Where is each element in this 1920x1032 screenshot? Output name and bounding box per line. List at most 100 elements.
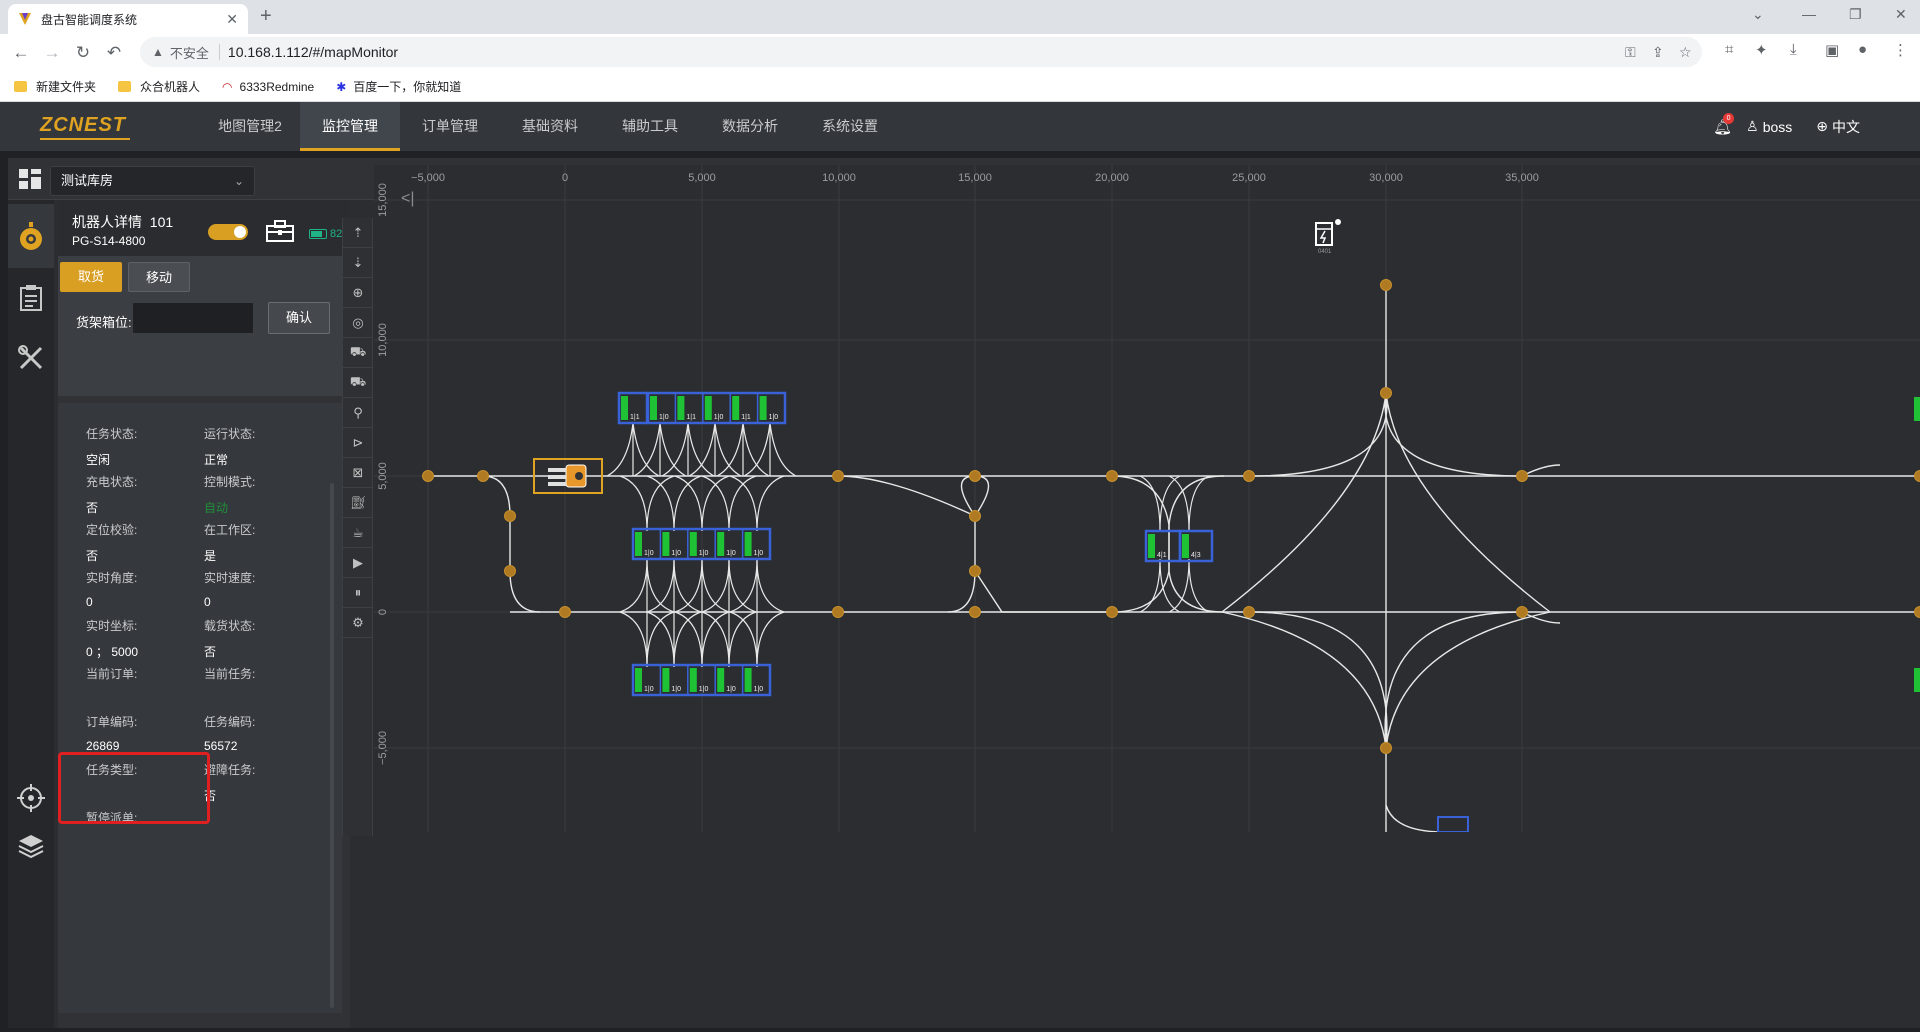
language-switch[interactable]: 中文 xyxy=(1832,117,1860,137)
menu-order-management[interactable]: 订单管理 xyxy=(400,102,500,151)
route-node[interactable] xyxy=(1243,470,1255,482)
shelf-slot[interactable] xyxy=(650,396,657,420)
route-node[interactable] xyxy=(477,470,489,482)
minimize-icon[interactable]: — xyxy=(1802,6,1816,22)
shelf-slot[interactable] xyxy=(1148,534,1155,558)
rail-task-list-icon[interactable] xyxy=(8,268,54,328)
tab-search-icon[interactable]: ⌄ xyxy=(1752,6,1764,23)
route-node[interactable] xyxy=(1106,470,1118,482)
route-node[interactable] xyxy=(832,606,844,618)
restore-icon[interactable]: ❐ xyxy=(1849,6,1862,23)
shelf-slot[interactable] xyxy=(717,668,725,692)
tool-charge-station-icon[interactable]: ⛽︎ xyxy=(343,488,373,518)
move-button[interactable]: 移动 xyxy=(128,262,190,292)
route-node[interactable] xyxy=(1516,470,1528,482)
forward-icon[interactable]: → xyxy=(42,43,62,63)
shelf-slot[interactable] xyxy=(635,532,642,556)
undo-icon[interactable]: ↶ xyxy=(104,43,124,63)
shelf-slot-input[interactable] xyxy=(132,302,254,334)
new-tab-button[interactable]: + xyxy=(260,5,272,28)
share-icon[interactable]: ⇪ xyxy=(1652,44,1664,61)
tool-robot-icon[interactable]: ⚙ xyxy=(343,608,373,638)
panel-scrollbar[interactable] xyxy=(330,483,334,1008)
shelf-slot[interactable] xyxy=(717,532,725,556)
toolbox-icon[interactable] xyxy=(265,220,295,242)
warning-icon[interactable]: ▲ xyxy=(152,45,164,59)
menu-system-settings[interactable]: 系统设置 xyxy=(800,102,900,151)
route-node[interactable] xyxy=(1106,606,1118,618)
shelf-slot[interactable] xyxy=(677,396,685,420)
bookmark-baidu[interactable]: ✱ 百度一下，你就知道 xyxy=(336,78,461,95)
route-node[interactable] xyxy=(969,606,981,618)
tool-play-icon[interactable]: ▶ xyxy=(343,548,373,578)
route-node[interactable] xyxy=(1243,606,1255,618)
route-node[interactable] xyxy=(969,470,981,482)
bookmark-star-icon[interactable]: ☆ xyxy=(1679,44,1692,61)
more-menu-icon[interactable]: ⋮ xyxy=(1893,41,1908,59)
tool-location-pin-icon[interactable]: ⚲ xyxy=(343,398,373,428)
key-icon[interactable]: ⚿ xyxy=(1625,44,1636,61)
route-node[interactable] xyxy=(1380,279,1392,291)
rail-tools-icon[interactable] xyxy=(8,328,54,388)
shelf-slot[interactable] xyxy=(732,396,740,420)
shelf-slot[interactable] xyxy=(744,668,752,692)
route-node[interactable] xyxy=(504,510,516,522)
tool-download-icon[interactable]: ⇣ xyxy=(343,248,373,278)
route-node[interactable] xyxy=(1914,606,1920,618)
route-node[interactable] xyxy=(832,470,844,482)
window-close-icon[interactable]: ✕ xyxy=(1895,6,1907,23)
url-text[interactable]: 10.168.1.112/#/mapMonitor xyxy=(228,44,398,60)
warehouse-map[interactable]: −5,000 0 5,000 10,000 15,000 20,000 25,000 30,0… xyxy=(374,165,1920,832)
tool-focus-icon[interactable]: ◎ xyxy=(343,308,373,338)
extensions-icon[interactable]: ✦ xyxy=(1755,41,1768,59)
tool-vehicle-icon[interactable]: ⛟ xyxy=(343,368,373,398)
menu-aux-tools[interactable]: 辅助工具 xyxy=(600,102,700,151)
back-icon[interactable]: ← xyxy=(11,43,31,63)
map-canvas[interactable]: −5,000 0 5,000 10,000 15,000 20,000 25,000 30,0… xyxy=(374,165,1920,832)
tab-close-icon[interactable]: ✕ xyxy=(226,11,238,28)
notification-bell-icon[interactable]: 🔔︎ 0 xyxy=(1713,112,1735,136)
route-node[interactable] xyxy=(1380,742,1392,754)
tool-vehicle-up-icon[interactable]: ⛟ xyxy=(343,338,373,368)
map-expand-icon[interactable]: <| xyxy=(401,190,415,207)
menu-map-management[interactable]: 地图管理2 xyxy=(200,102,300,151)
shelf-slot[interactable] xyxy=(689,532,697,556)
shelf-slot[interactable] xyxy=(759,396,767,420)
bookmark-new-folder[interactable]: 新建文件夹 xyxy=(14,78,96,95)
shelf-slot[interactable] xyxy=(744,532,752,556)
shelf-slot[interactable] xyxy=(662,532,670,556)
tool-pause-icon[interactable]: ⏸ xyxy=(343,578,373,608)
reload-icon[interactable]: ↻ xyxy=(73,43,93,63)
bookmark-redmine[interactable]: ◠ 6333Redmine xyxy=(222,80,314,94)
route-node[interactable] xyxy=(422,470,434,482)
shelf-slot[interactable] xyxy=(662,668,670,692)
sidebar-icon[interactable]: ▣ xyxy=(1825,41,1839,59)
bookmark-robot-folder[interactable]: 众合机器人 xyxy=(118,78,200,95)
shelf-slot[interactable] xyxy=(704,396,712,420)
tool-forward-icon[interactable]: ⊳ xyxy=(343,428,373,458)
tool-cup-icon[interactable]: ☕︎ xyxy=(343,518,373,548)
menu-data-analysis[interactable]: 数据分析 xyxy=(700,102,800,151)
download-icon[interactable]: ⤓ xyxy=(1790,41,1797,58)
shelf-slot[interactable] xyxy=(1182,534,1189,558)
route-node[interactable] xyxy=(969,510,981,522)
route-node[interactable] xyxy=(504,565,516,577)
shelf-slot[interactable] xyxy=(635,668,642,692)
security-status[interactable]: 不安全 xyxy=(170,43,209,62)
rail-robot-icon[interactable] xyxy=(8,204,54,268)
tool-clear-icon[interactable]: ⊠ xyxy=(343,458,373,488)
tool-upload-icon[interactable]: ⇡ xyxy=(343,218,373,248)
route-node[interactable] xyxy=(1516,606,1528,618)
profile-icon[interactable]: ● xyxy=(1858,41,1867,58)
crop-icon[interactable]: ⌗ xyxy=(1725,41,1733,58)
rail-layers-icon[interactable] xyxy=(8,816,54,876)
menu-monitor-management[interactable]: 监控管理 xyxy=(300,102,400,151)
route-node[interactable] xyxy=(1914,470,1920,482)
menu-basic-data[interactable]: 基础资料 xyxy=(500,102,600,151)
user-name[interactable]: boss xyxy=(1763,119,1793,135)
route-node[interactable] xyxy=(1380,387,1392,399)
confirm-button[interactable]: 确认 xyxy=(268,302,330,334)
browser-tab[interactable]: 盘古智能调度系统 ✕ xyxy=(8,4,248,34)
route-node[interactable] xyxy=(559,606,571,618)
warehouse-select[interactable]: 测试库房 ⌄ xyxy=(50,166,255,196)
